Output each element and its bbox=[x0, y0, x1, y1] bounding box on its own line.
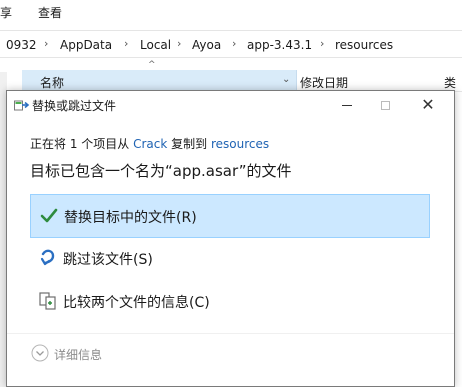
compare-files-option[interactable]: 比较两个文件的信息(C) bbox=[30, 280, 430, 324]
skip-file-label: 跳过该文件(S) bbox=[63, 252, 153, 268]
compare-files-label: 比较两个文件的信息(C) bbox=[63, 295, 210, 311]
destination-folder-link[interactable]: resources bbox=[211, 137, 269, 151]
breadcrumb-item[interactable]: Ayoa bbox=[192, 38, 221, 52]
sort-ascending-icon: ^ bbox=[148, 60, 156, 70]
file-list-edge bbox=[455, 92, 462, 387]
compare-files-icon bbox=[39, 292, 56, 310]
skip-file-option[interactable]: 跳过该文件(S) bbox=[30, 237, 430, 281]
breadcrumb-item[interactable]: resources bbox=[335, 38, 393, 52]
breadcrumb-item[interactable]: 0932 bbox=[6, 38, 37, 52]
replace-file-label: 替换目标中的文件(R) bbox=[64, 210, 197, 226]
breadcrumb-item[interactable]: app-3.43.1 bbox=[247, 38, 312, 52]
maximize-icon bbox=[380, 100, 390, 110]
maximize-button bbox=[365, 91, 405, 119]
more-details-label: 详细信息 bbox=[54, 348, 103, 362]
dialog-titlebar[interactable]: 替换或跳过文件 ✕ bbox=[7, 91, 454, 119]
minimize-button[interactable] bbox=[327, 91, 367, 119]
more-details-button[interactable]: 详细信息 bbox=[29, 343, 149, 365]
column-header-date[interactable]: 修改日期 bbox=[300, 74, 348, 91]
status-middle: 复制到 bbox=[167, 137, 211, 151]
replace-or-skip-dialog: 替换或跳过文件 ✕ 正在将 1 个项目从 Crack 复制到 resources… bbox=[6, 90, 455, 387]
address-bar[interactable]: 0932 › AppData › Local › Ayoa › app-3.43… bbox=[0, 30, 462, 58]
dialog-title: 替换或跳过文件 bbox=[32, 99, 117, 113]
chevron-down-icon[interactable]: ⌄ bbox=[282, 74, 290, 85]
replace-file-option[interactable]: 替换目标中的文件(R) bbox=[30, 194, 430, 238]
footer-divider bbox=[7, 333, 454, 334]
column-header-name-label: 名称 bbox=[40, 76, 65, 90]
checkmark-icon bbox=[40, 208, 58, 223]
copy-files-icon bbox=[14, 100, 30, 111]
column-header-name[interactable]: 名称 bbox=[22, 70, 297, 92]
breadcrumb-item[interactable]: Local bbox=[140, 38, 171, 52]
status-prefix: 正在将 1 个项目从 bbox=[30, 137, 134, 151]
column-header-type[interactable]: 类 bbox=[444, 74, 456, 91]
close-button[interactable]: ✕ bbox=[408, 91, 448, 119]
chevron-right-icon[interactable]: › bbox=[320, 37, 324, 50]
copy-status-line: 正在将 1 个项目从 Crack 复制到 resources bbox=[30, 135, 269, 152]
chevron-right-icon[interactable]: › bbox=[177, 37, 181, 50]
menu-bar: 享 查看 bbox=[0, 0, 462, 26]
close-icon: ✕ bbox=[421, 95, 435, 114]
skip-arrow-icon bbox=[40, 249, 55, 266]
column-header-row: 名称 ⌄ 修改日期 类 bbox=[0, 70, 462, 92]
chevron-down-circle-icon bbox=[31, 344, 49, 362]
conflict-headline: 目标已包含一个名为“app.asar”的文件 bbox=[30, 162, 292, 180]
chevron-right-icon[interactable]: › bbox=[124, 37, 128, 50]
breadcrumb-item[interactable]: AppData bbox=[60, 38, 112, 52]
chevron-right-icon[interactable]: › bbox=[232, 37, 236, 50]
chevron-right-icon[interactable]: › bbox=[44, 37, 48, 50]
source-folder-link[interactable]: Crack bbox=[133, 137, 167, 151]
menu-item-view[interactable]: 查看 bbox=[38, 4, 62, 21]
minimize-icon bbox=[342, 104, 352, 106]
menu-item-share[interactable]: 享 bbox=[0, 4, 12, 21]
